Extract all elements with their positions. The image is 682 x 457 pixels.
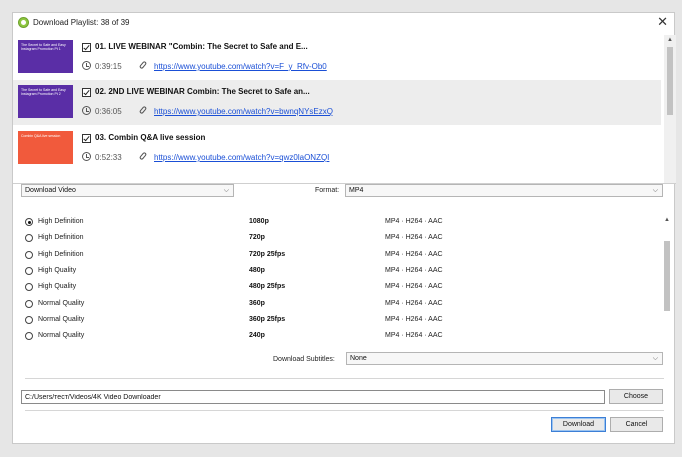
quality-resolution: 720p: [249, 234, 265, 242]
radio-button[interactable]: [25, 283, 33, 292]
quality-format: MP4 · H264 · AAC: [385, 283, 443, 291]
link-icon: [138, 151, 148, 161]
video-url-link[interactable]: https://www.youtube.com/watch?v=qwz0laON…: [154, 153, 329, 162]
item-checkbox[interactable]: [82, 43, 91, 52]
quality-option[interactable]: High Quality 480p MP4 · H264 · AAC: [19, 264, 659, 280]
subtitles-select[interactable]: None ⌵: [346, 352, 663, 365]
format-select[interactable]: MP4 ⌵: [345, 184, 663, 197]
title-bar: Download Playlist: 38 of 39 ✕: [13, 13, 674, 35]
video-duration: 0:39:15: [95, 62, 122, 71]
quality-resolution: 480p 25fps: [249, 283, 286, 291]
chevron-down-icon: ⌵: [652, 187, 658, 194]
quality-name: Normal Quality: [38, 299, 85, 307]
download-button[interactable]: Download: [551, 417, 606, 432]
video-duration: 0:36:05: [95, 107, 122, 116]
radio-button[interactable]: [25, 266, 33, 275]
quality-format: MP4 · H264 · AAC: [385, 234, 443, 242]
format-value: MP4: [349, 187, 364, 194]
scrollbar-thumb[interactable]: [667, 47, 673, 115]
quality-name: Normal Quality: [38, 332, 85, 340]
quality-list: High Definition 1080p MP4 · H264 · AAC High…: [19, 215, 664, 353]
download-type-select[interactable]: Download Video ⌵: [21, 184, 234, 197]
playlist-item[interactable]: The Secret to Safe and Easy Instagram Pr…: [13, 35, 661, 80]
video-title: 01. LIVE WEBINAR "Combin: The Secret to …: [95, 42, 308, 51]
thumbnail-text: Combin Q&A live session: [21, 134, 61, 138]
divider: [25, 410, 664, 411]
radio-button[interactable]: [25, 315, 33, 324]
subtitles-label: Download Subtitles:: [273, 356, 335, 363]
clock-icon: [82, 152, 91, 161]
quality-resolution: 1080p: [249, 218, 269, 225]
video-thumbnail: The Secret to Safe and Easy Instagram Pr…: [18, 40, 73, 73]
quality-name: High Definition: [38, 234, 84, 242]
item-checkbox[interactable]: [82, 88, 91, 97]
link-icon: [138, 105, 148, 115]
item-checkbox[interactable]: [82, 134, 91, 143]
quality-format: MP4 · H264 · AAC: [385, 250, 443, 258]
radio-button[interactable]: [25, 299, 33, 308]
format-label: Format:: [315, 187, 340, 194]
quality-option[interactable]: High Quality 480p 25fps MP4 · H264 · AAC: [19, 280, 659, 296]
playlist-item[interactable]: Combin Q&A live session 03. Combin Q&A l…: [13, 126, 661, 171]
quality-name: High Definition: [38, 250, 84, 258]
quality-format: MP4 · H264 · AAC: [385, 218, 443, 225]
quality-scrollbar[interactable]: ▲: [662, 215, 672, 353]
choose-button[interactable]: Choose: [609, 389, 663, 404]
quality-resolution: 360p: [249, 299, 265, 307]
quality-format: MP4 · H264 · AAC: [385, 315, 443, 323]
quality-format: MP4 · H264 · AAC: [385, 299, 443, 307]
download-playlist-dialog: Download Playlist: 38 of 39 ✕ The Secret…: [12, 12, 676, 444]
quality-option[interactable]: High Definition 1080p MP4 · H264 · AAC: [19, 215, 659, 231]
clock-icon: [82, 106, 91, 115]
quality-option[interactable]: Normal Quality 360p MP4 · H264 · AAC: [19, 297, 659, 313]
download-type-value: Download Video: [25, 187, 76, 194]
scroll-up-icon[interactable]: ▲: [664, 217, 670, 223]
quality-name: Normal Quality: [38, 315, 85, 323]
quality-option[interactable]: Normal Quality 360p 25fps MP4 · H264 · AAC: [19, 313, 659, 329]
quality-option[interactable]: Normal Quality 240p MP4 · H264 · AAC: [19, 329, 659, 345]
radio-button[interactable]: [25, 218, 33, 226]
playlist-list: The Secret to Safe and Easy Instagram Pr…: [13, 35, 676, 184]
video-duration: 0:52:33: [95, 153, 122, 162]
scroll-up-icon[interactable]: ▲: [667, 37, 673, 43]
radio-button[interactable]: [25, 234, 33, 243]
app-logo-icon: [18, 17, 29, 28]
window-title: Download Playlist: 38 of 39: [33, 18, 130, 27]
quality-format: MP4 · H264 · AAC: [385, 266, 443, 274]
quality-format: MP4 · H264 · AAC: [385, 332, 443, 340]
quality-option[interactable]: High Definition 720p 25fps MP4 · H264 · AA…: [19, 248, 659, 264]
quality-option[interactable]: High Definition 720p MP4 · H264 · AAC: [19, 231, 659, 247]
quality-resolution: 240p: [249, 332, 265, 340]
video-title: 03. Combin Q&A live session: [95, 133, 206, 142]
subtitles-value: None: [350, 355, 367, 362]
chevron-down-icon: ⌵: [652, 355, 658, 362]
close-icon[interactable]: ✕: [657, 15, 668, 29]
quality-name: High Quality: [38, 283, 77, 291]
thumbnail-text: The Secret to Safe and Easy Instagram Pr…: [21, 43, 66, 51]
video-thumbnail: Combin Q&A live session: [18, 131, 73, 164]
playlist-item[interactable]: The Secret to Safe and Easy Instagram Pr…: [13, 80, 661, 125]
radio-button[interactable]: [25, 250, 33, 259]
quality-name: High Definition: [38, 218, 84, 225]
link-icon: [138, 60, 148, 70]
chevron-down-icon: ⌵: [223, 187, 229, 194]
divider: [25, 378, 664, 379]
radio-button[interactable]: [25, 332, 33, 341]
quality-resolution: 360p 25fps: [249, 315, 286, 323]
quality-resolution: 720p 25fps: [249, 250, 286, 258]
save-path-input[interactable]: [21, 390, 605, 404]
video-url-link[interactable]: https://www.youtube.com/watch?v=F_y_Rfv-…: [154, 62, 327, 71]
thumbnail-text: The Secret to Safe and Easy Instagram Pr…: [21, 88, 66, 96]
video-thumbnail: The Secret to Safe and Easy Instagram Pr…: [18, 85, 73, 118]
scrollbar-thumb[interactable]: [664, 241, 670, 311]
clock-icon: [82, 61, 91, 70]
quality-name: High Quality: [38, 266, 77, 274]
video-title: 02. 2ND LIVE WEBINAR Combin: The Secret …: [95, 87, 310, 96]
quality-resolution: 480p: [249, 266, 265, 274]
cancel-button[interactable]: Cancel: [610, 417, 663, 432]
video-url-link[interactable]: https://www.youtube.com/watch?v=bwnqNYsE…: [154, 107, 333, 116]
playlist-scrollbar[interactable]: ▲: [664, 35, 676, 183]
